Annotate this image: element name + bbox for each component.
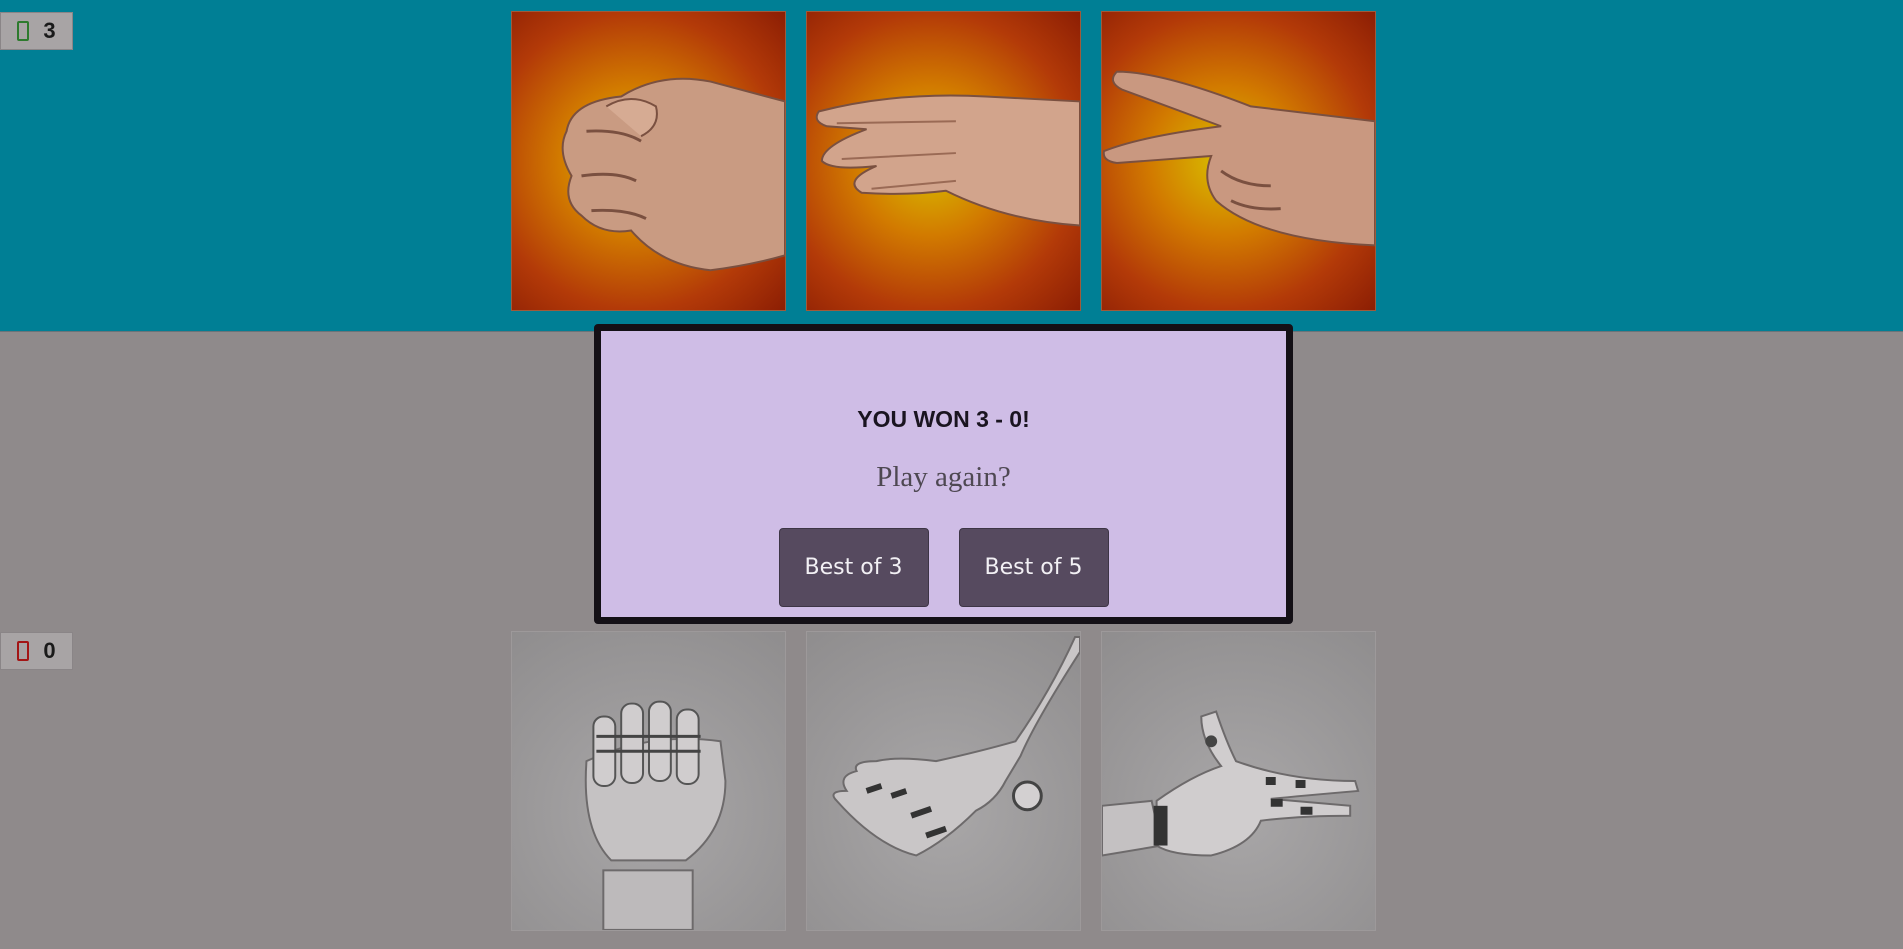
player-choice-rock[interactable] (511, 11, 786, 311)
cpu-choice-rock (511, 631, 786, 931)
player-score: 3 (0, 12, 73, 50)
flat-hand-icon (815, 94, 1080, 227)
fist-icon (561, 77, 785, 272)
robot-flat-hand-icon (832, 636, 1080, 857)
cpu-choice-paper (806, 631, 1081, 931)
robot-two-fingers-icon (1102, 710, 1360, 857)
result-title: YOU WON 3 - 0! (857, 406, 1030, 432)
cpu-choice-scissors (1101, 631, 1376, 931)
cpu-icon (17, 641, 30, 661)
best-of-3-button[interactable]: Best of 3 (778, 528, 929, 607)
play-again-prompt: Play again? (876, 461, 1011, 493)
cpu-score: 0 (0, 632, 73, 670)
player-choice-scissors[interactable] (1101, 11, 1376, 311)
player-score-value: 3 (43, 18, 56, 43)
cpu-score-value: 0 (43, 638, 56, 663)
result-dialog: YOU WON 3 - 0! Play again? Best of 3 Bes… (594, 324, 1293, 624)
player-choice-paper[interactable] (806, 11, 1081, 311)
best-of-5-button[interactable]: Best of 5 (958, 528, 1109, 607)
two-fingers-icon (1102, 70, 1375, 247)
button-row: Best of 3 Best of 5 (778, 528, 1109, 607)
robot-fist-icon (584, 700, 727, 930)
user-icon (17, 21, 30, 41)
